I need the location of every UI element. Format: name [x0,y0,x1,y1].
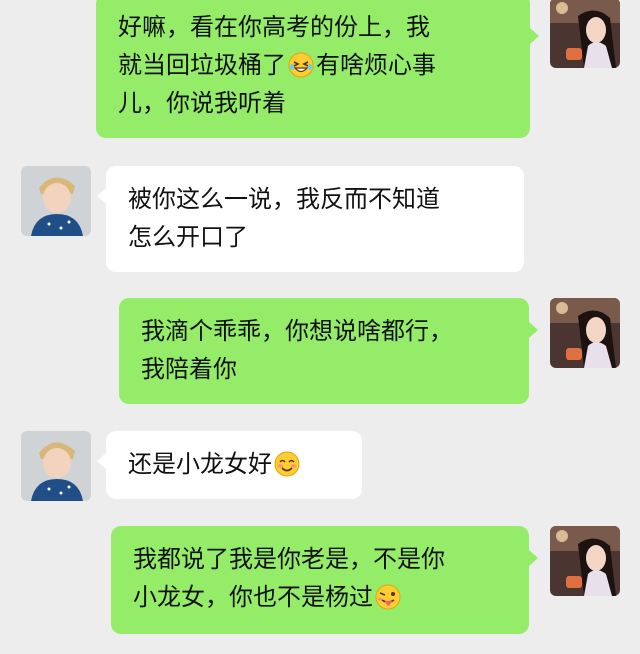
message-text-line: 被你这么一说，我反而不知道 [128,185,440,213]
message-bubble[interactable]: 我滴个乖乖，你想说啥都行， 我陪着你 [119,298,529,404]
message-text-line: 我陪着你 [141,355,237,383]
my-avatar[interactable] [550,298,620,368]
outgoing-message: 我都说了我是你老是，不是你 小龙女，你也不是杨过 [0,522,640,634]
message-bubble[interactable]: 我都说了我是你老是，不是你 小龙女，你也不是杨过 [111,526,529,634]
girl-avatar-icon [550,298,620,368]
outgoing-message: 好嘛，看在你高考的份上，我 就当回垃圾桶了 有啥烦心事 儿，你说我听着 [0,0,640,140]
blushing-smile-emoji [274,451,300,477]
girl-avatar-icon [550,526,620,596]
message-text-line: 怎么开口了 [128,223,248,251]
boy-avatar-icon [21,166,91,236]
friend-avatar[interactable] [21,431,91,501]
message-bubble[interactable]: 被你这么一说，我反而不知道 怎么开口了 [106,166,524,272]
bubble-tail [97,188,106,204]
girl-avatar-icon [550,0,620,68]
friend-avatar[interactable] [21,166,91,236]
my-avatar[interactable] [550,0,620,68]
incoming-message: 被你这么一说，我反而不知道 怎么开口了 [0,160,640,272]
message-text-line: 儿，你说我听着 [118,89,286,117]
message-text-line: 我滴个乖乖，你想说啥都行， [141,317,453,345]
message-text: 有啥烦心事 [316,51,436,79]
incoming-message: 还是小龙女好 [0,425,640,505]
chat-conversation: 好嘛，看在你高考的份上，我 就当回垃圾桶了 有啥烦心事 儿，你说我听着 被你这么… [0,0,640,654]
outgoing-message: 我滴个乖乖，你想说啥都行， 我陪着你 [0,294,640,404]
message-text-line: 还是小龙女好 [128,445,342,483]
message-text: 还是小龙女好 [128,450,272,478]
boy-avatar-icon [21,431,91,501]
bubble-tail [529,550,538,566]
message-text-line: 小龙女，你也不是杨过 [133,578,509,616]
bubble-tail [530,28,539,44]
message-text-line: 我都说了我是你老是，不是你 [133,545,445,573]
message-text-line: 好嘛，看在你高考的份上，我 [118,13,430,41]
bubble-tail [97,453,106,469]
message-bubble[interactable]: 好嘛，看在你高考的份上，我 就当回垃圾桶了 有啥烦心事 儿，你说我听着 [96,0,530,138]
message-text-line: 就当回垃圾桶了 有啥烦心事 [118,46,510,84]
tearful-grin-emoji [288,52,314,78]
tongue-out-emoji [375,584,401,610]
message-text: 小龙女，你也不是杨过 [133,583,373,611]
message-bubble[interactable]: 还是小龙女好 [106,431,362,499]
my-avatar[interactable] [550,526,620,596]
bubble-tail [529,322,538,338]
message-text: 就当回垃圾桶了 [118,51,286,79]
